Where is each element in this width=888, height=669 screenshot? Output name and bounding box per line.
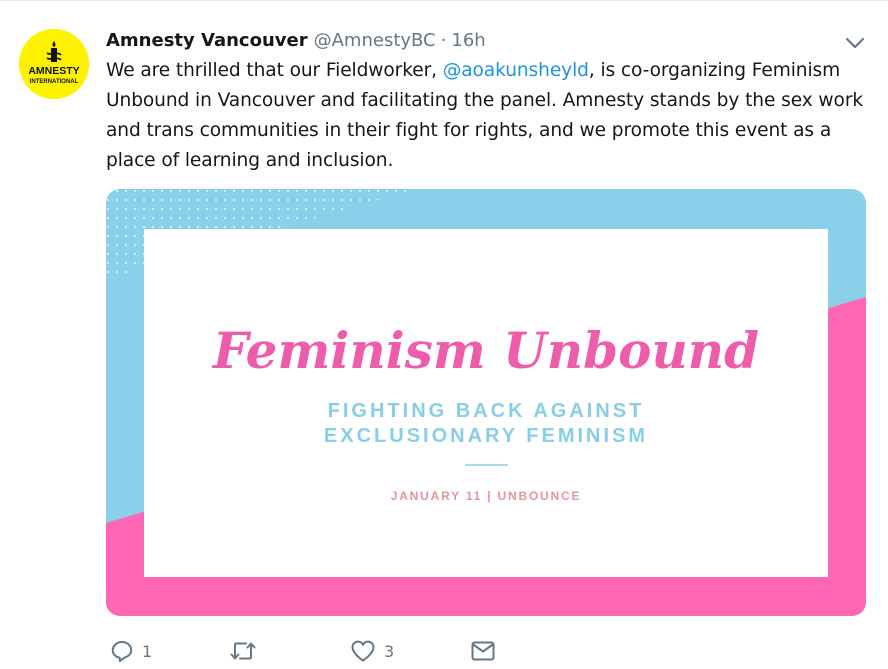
tweet-header: Amnesty Vancouver @AmnestyBC · 16h [106,27,486,53]
tweet-text: We are thrilled that our Fieldworker, @a… [106,56,866,176]
like-button[interactable]: 3 [350,633,394,669]
reply-icon [111,641,133,662]
tweet-text-part: We are thrilled that our Fieldworker, [106,60,443,81]
avatar[interactable]: AMNESTY INTERNATIONAL [19,29,89,99]
envelope-icon [471,641,495,661]
reply-count: 1 [142,641,153,661]
display-name[interactable]: Amnesty Vancouver [106,30,308,51]
like-count: 3 [384,641,395,661]
tweet-actions: 1 3 [106,633,866,669]
poster-subtitle-line2: EXCLUSIONARY FEMINISM [324,425,648,447]
direct-message-button[interactable] [470,633,496,669]
separator-dot: · [440,29,447,51]
top-divider [0,0,888,1]
poster-subtitle-line1: FIGHTING BACK AGAINST [328,400,645,422]
event-poster: Feminism Unbound FIGHTING BACK AGAINST E… [106,189,866,616]
retweet-icon [230,642,256,660]
poster-date: JANUARY 11 | UNBOUNCE [391,489,582,503]
user-handle[interactable]: @AmnestyBC [314,30,436,51]
chevron-down-icon[interactable] [843,31,867,55]
retweet-button[interactable] [229,633,257,669]
tweet-media-image[interactable]: Feminism Unbound FIGHTING BACK AGAINST E… [106,189,866,616]
avatar-text-top: AMNESTY [28,65,79,77]
heart-icon [351,640,375,662]
amnesty-logo: AMNESTY INTERNATIONAL [19,29,89,99]
tweet-time[interactable]: 16h [451,30,485,51]
mention-link[interactable]: @aoakunsheyld [443,60,589,81]
avatar-text-bottom: INTERNATIONAL [30,79,79,85]
poster-title: Feminism Unbound [211,321,759,380]
reply-button[interactable]: 1 [110,633,152,669]
